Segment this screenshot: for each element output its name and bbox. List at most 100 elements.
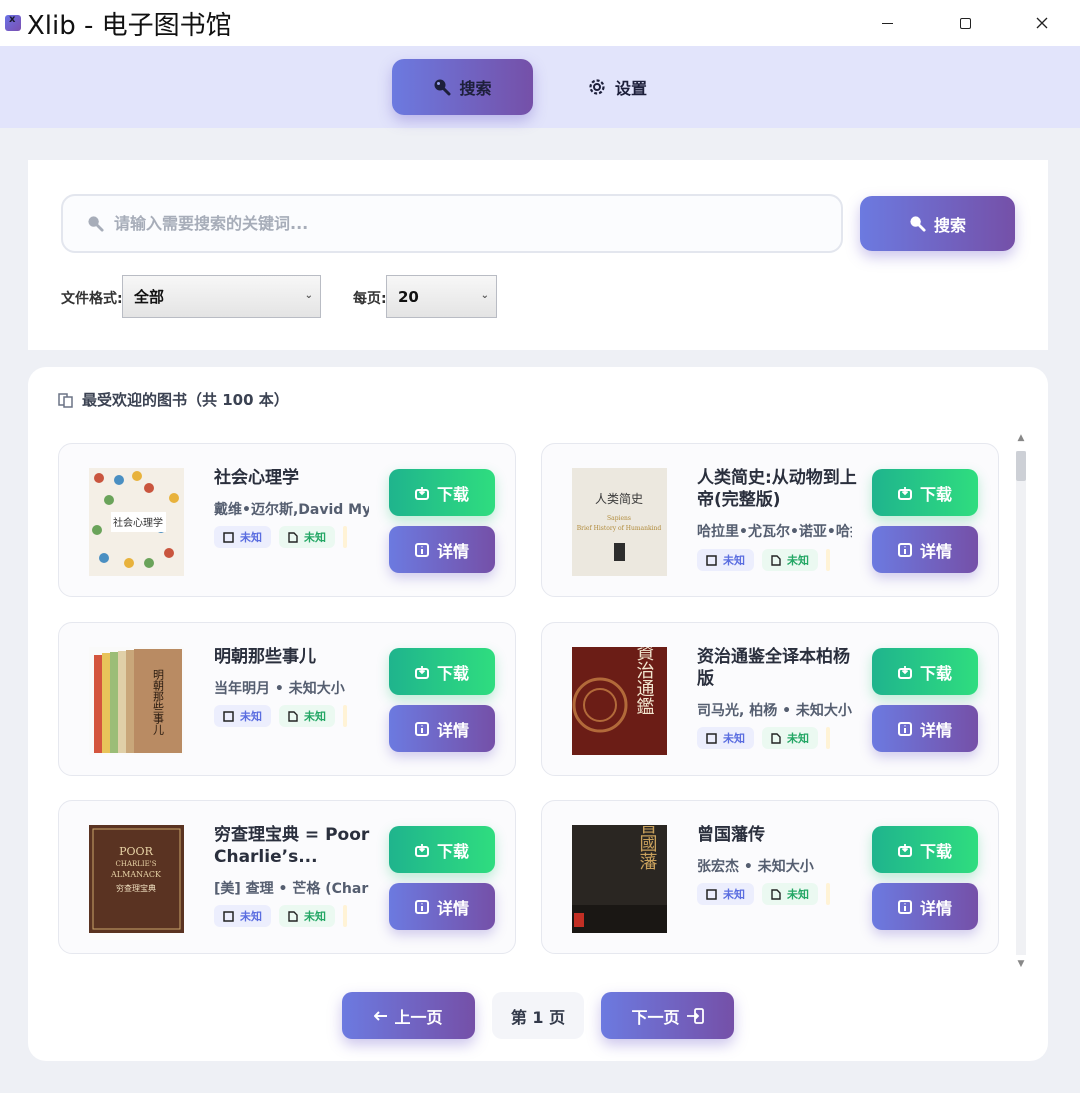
tab-search[interactable]: 搜索	[392, 59, 533, 115]
arrow-left-icon	[374, 1010, 388, 1021]
cover-title: 曾國藩	[637, 825, 658, 870]
detail-button[interactable]: 详情	[389, 526, 495, 573]
document-icon	[771, 554, 781, 566]
minimize-icon	[881, 22, 893, 24]
per-page-label: 每页:	[353, 291, 387, 307]
search-icon	[88, 216, 104, 232]
scroll-up-icon[interactable]: ▲	[1012, 433, 1030, 449]
extra-tag	[826, 549, 830, 571]
gear-icon	[589, 79, 605, 95]
cover-subtitle: Brief History of Humankind	[577, 525, 662, 532]
book-cover: 明朝那些事儿	[89, 647, 184, 755]
close-icon	[1036, 17, 1048, 29]
book-tags: 未知 未知	[214, 526, 369, 548]
scroll-down-icon[interactable]: ▼	[1012, 959, 1030, 975]
search-box[interactable]	[61, 194, 843, 253]
page-indicator: 第 1 页	[492, 992, 584, 1039]
prev-page-button[interactable]: 上一页	[342, 992, 475, 1039]
size-tag: 未知	[279, 905, 335, 927]
book-card: 曾國藩 曾国藩传 张宏杰 • 未知大小 未知 未知 下载 详情	[541, 800, 999, 954]
document-icon	[288, 710, 298, 722]
document-icon	[771, 732, 781, 744]
detail-button[interactable]: 详情	[872, 705, 978, 752]
download-icon	[897, 486, 912, 500]
book-tags: 未知 未知	[697, 727, 852, 749]
window-title: Xlib - 电子图书馆	[27, 10, 232, 41]
book-tags: 未知 未知	[697, 549, 852, 571]
download-button[interactable]: 下载	[872, 469, 978, 516]
search-button[interactable]: 搜索	[860, 196, 1015, 251]
search-panel: 搜索 文件格式: 全部 ⌄ 每页: 20 ⌄	[28, 160, 1048, 350]
scroll-thumb[interactable]	[1016, 451, 1026, 481]
document-icon	[771, 888, 781, 900]
book-tags: 未知 未知	[697, 883, 852, 905]
book-cover: 社会心理学	[89, 468, 184, 576]
size-tag: 未知	[279, 526, 335, 548]
extra-tag	[826, 727, 830, 749]
next-page-button[interactable]: 下一页	[601, 992, 734, 1039]
tab-search-label: 搜索	[459, 79, 492, 98]
download-icon	[897, 665, 912, 679]
minimize-button[interactable]	[848, 0, 926, 46]
cover-title: 資治通鑑	[634, 647, 655, 715]
download-button[interactable]: 下载	[389, 648, 495, 695]
results-scrollbar[interactable]: ▲ ▼	[1012, 433, 1030, 975]
size-tag: 未知	[279, 705, 335, 727]
maximize-button[interactable]	[926, 0, 1004, 46]
search-input[interactable]	[114, 214, 814, 233]
info-icon	[414, 899, 429, 914]
book-author: 当年明月 • 未知大小	[214, 681, 345, 697]
book-author: 司马光, 柏杨 • 未知大小	[697, 703, 852, 719]
search-icon	[434, 79, 451, 96]
download-button[interactable]: 下载	[872, 648, 978, 695]
size-tag: 未知	[762, 549, 818, 571]
info-icon	[414, 542, 429, 557]
scroll-track[interactable]	[1016, 451, 1026, 955]
file-icon	[706, 732, 717, 744]
format-select[interactable]: 全部 ⌄	[122, 275, 321, 318]
book-title: 人类简史:从动物到上帝(完整版)	[697, 468, 857, 510]
file-icon	[223, 531, 234, 543]
document-icon	[288, 910, 298, 922]
cover-title: CHARLIE'S	[115, 860, 156, 868]
file-icon	[706, 554, 717, 566]
file-icon	[706, 888, 717, 900]
format-label: 文件格式:	[61, 291, 123, 307]
cover-title: 穷查理宝典	[116, 883, 156, 893]
per-page-select[interactable]: 20 ⌄	[386, 275, 497, 318]
download-button[interactable]: 下载	[872, 826, 978, 873]
book-cover: 資治通鑑	[572, 647, 667, 755]
info-icon	[414, 721, 429, 736]
book-card: 明朝那些事儿 明朝那些事儿 当年明月 • 未知大小 未知 未知 下载 详情	[58, 622, 516, 776]
book-author: [美] 查理 • 芒格 (Charlie Munger)	[214, 881, 369, 897]
book-cover: 曾國藩	[572, 825, 667, 933]
chevron-down-icon: ⌄	[480, 290, 489, 301]
detail-button[interactable]: 详情	[872, 883, 978, 930]
download-button[interactable]: 下载	[389, 469, 495, 516]
download-icon	[414, 486, 429, 500]
app-icon	[5, 14, 21, 31]
book-title: 明朝那些事儿	[214, 647, 316, 667]
book-card: 資治通鑑 资治通鉴全译本柏杨版 司马光, 柏杨 • 未知大小 未知 未知 下载 …	[541, 622, 999, 776]
info-icon	[897, 721, 912, 736]
tab-settings[interactable]: 设置	[572, 59, 662, 115]
extra-tag	[343, 705, 347, 727]
detail-button[interactable]: 详情	[389, 705, 495, 752]
book-title: 曾国藩传	[697, 825, 765, 845]
book-card: POOR CHARLIE'S ALMANACK 穷查理宝典 穷查理宝典 = Po…	[58, 800, 516, 954]
format-tag: 未知	[214, 705, 271, 727]
book-author: 戴维•迈尔斯,David Myers	[214, 502, 369, 518]
file-icon	[223, 910, 234, 922]
book-card: 社会心理学 社会心理学 戴维•迈尔斯,David Myers 未知 未知 下载 …	[58, 443, 516, 597]
detail-button[interactable]: 详情	[872, 526, 978, 573]
detail-button[interactable]: 详情	[389, 883, 495, 930]
book-cover: 人类简史 Sapiens Brief History of Humankind	[572, 468, 667, 576]
file-icon	[223, 710, 234, 722]
info-icon	[897, 899, 912, 914]
extra-tag	[343, 905, 347, 927]
format-tag: 未知	[697, 549, 754, 571]
download-button[interactable]: 下载	[389, 826, 495, 873]
nav-bar: 搜索 设置	[0, 46, 1080, 128]
extra-tag	[343, 526, 347, 548]
close-button[interactable]	[1003, 0, 1080, 46]
